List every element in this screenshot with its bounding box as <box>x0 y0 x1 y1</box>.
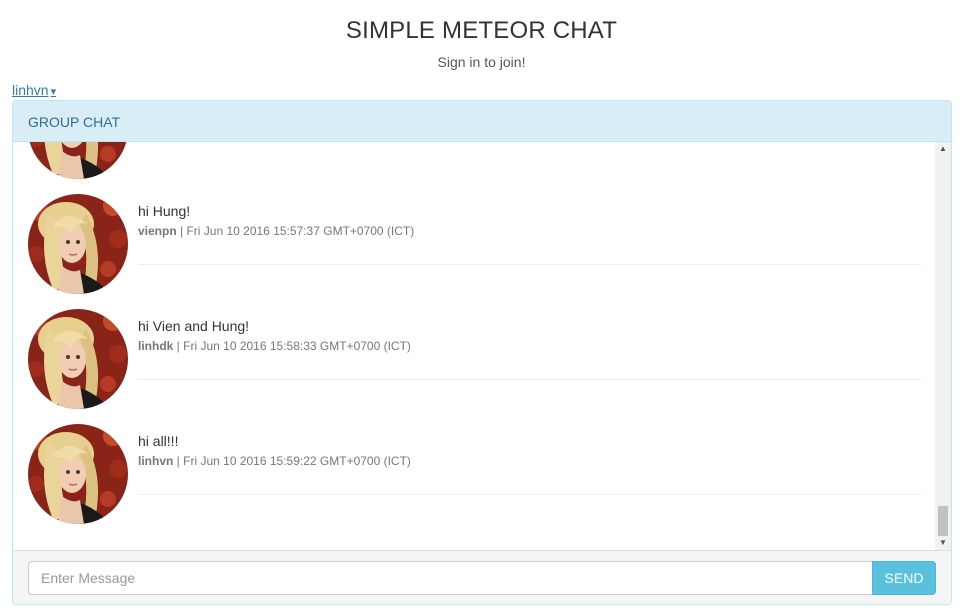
caret-down-icon: ▾ <box>50 86 57 98</box>
chat-panel: GROUP CHAT hi Hung! vienpn | Fri Jun 10 … <box>12 100 952 605</box>
avatar <box>28 142 128 179</box>
page-subtitle: Sign in to join! <box>437 54 526 70</box>
composer: SEND <box>13 550 951 604</box>
message-input[interactable] <box>28 561 872 595</box>
meta-separator: | <box>173 339 184 353</box>
avatar <box>28 194 128 294</box>
message-timestamp: Fri Jun 10 2016 15:57:37 GMT+0700 (ICT) <box>186 224 415 238</box>
chat-panel-heading: GROUP CHAT <box>13 101 951 142</box>
message-meta: linhvn | Fri Jun 10 2016 15:59:22 GMT+07… <box>138 454 921 468</box>
message-item: hi all!!! linhvn | Fri Jun 10 2016 15:59… <box>28 424 921 539</box>
page-title: SIMPLE METEOR CHAT <box>345 17 618 44</box>
message-text: hi Vien and Hung! <box>138 318 250 334</box>
message-text: hi Hung! <box>138 203 191 219</box>
scrollbar-thumb[interactable] <box>938 506 948 536</box>
message-timestamp: Fri Jun 10 2016 15:59:22 GMT+0700 (ICT) <box>183 454 411 468</box>
message-author: linhdk <box>138 339 174 353</box>
message-item: hi Vien and Hung! linhdk | Fri Jun 10 20… <box>28 309 921 424</box>
chat-panel-title: GROUP CHAT <box>28 114 121 130</box>
meta-separator: | <box>176 224 187 238</box>
message-author: linhvn <box>138 454 174 468</box>
user-dropdown-label: linhvn <box>12 82 49 98</box>
message-author: vienpn <box>138 224 177 238</box>
avatar <box>28 309 128 409</box>
avatar <box>28 424 128 524</box>
user-dropdown-toggle[interactable]: linhvn ▾ <box>12 82 56 98</box>
scroll-up-arrow-icon[interactable]: ▲ <box>935 142 951 156</box>
scroll-down-arrow-icon[interactable]: ▼ <box>935 536 951 550</box>
message-content: hi Hung! vienpn | Fri Jun 10 2016 15:57:… <box>138 203 921 265</box>
chat-body[interactable]: hi Hung! vienpn | Fri Jun 10 2016 15:57:… <box>13 142 951 550</box>
message-meta: linhdk | Fri Jun 10 2016 15:58:33 GMT+07… <box>138 339 921 353</box>
message-list: hi Hung! vienpn | Fri Jun 10 2016 15:57:… <box>13 142 935 550</box>
message-content: hi all!!! linhvn | Fri Jun 10 2016 15:59… <box>138 433 921 495</box>
message-item-partial <box>28 142 920 194</box>
message-text: hi all!!! <box>138 433 179 449</box>
meta-separator: | <box>173 454 184 468</box>
send-button[interactable]: SEND <box>872 561 936 595</box>
vertical-scrollbar[interactable]: ▲ ▼ <box>935 142 951 550</box>
message-meta: vienpn | Fri Jun 10 2016 15:57:37 GMT+07… <box>138 224 921 238</box>
message-content: hi Vien and Hung! linhdk | Fri Jun 10 20… <box>138 318 921 380</box>
message-timestamp: Fri Jun 10 2016 15:58:33 GMT+0700 (ICT) <box>183 339 411 353</box>
message-input-group: SEND <box>28 561 936 595</box>
message-item: hi Hung! vienpn | Fri Jun 10 2016 15:57:… <box>28 194 921 309</box>
